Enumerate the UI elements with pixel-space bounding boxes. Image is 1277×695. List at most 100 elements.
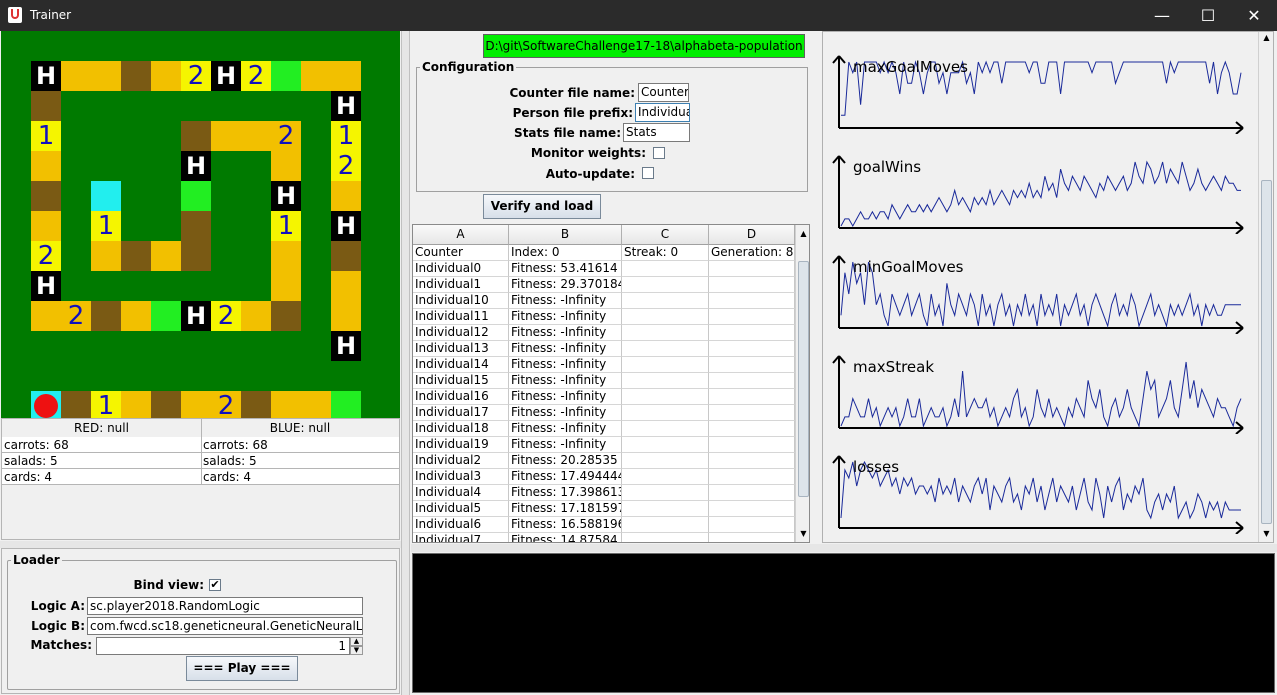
table-cell[interactable]: Fitness: -Infinity (509, 421, 622, 437)
charts-scroll-up-icon[interactable]: ▲ (1259, 32, 1273, 44)
column-header[interactable]: D (709, 225, 795, 245)
verify-and-load-button[interactable]: Verify and load (483, 194, 601, 219)
table-cell[interactable]: Fitness: -Infinity (509, 437, 622, 453)
table-cell[interactable]: Fitness: 17.398613 (509, 485, 622, 501)
table-cell[interactable] (622, 485, 709, 501)
table-cell[interactable] (709, 261, 795, 277)
table-cell[interactable] (709, 325, 795, 341)
table-cell[interactable] (709, 373, 795, 389)
table-cell[interactable] (709, 517, 795, 533)
table-cell[interactable]: Individual18 (413, 421, 509, 437)
table-cell[interactable]: Individual3 (413, 469, 509, 485)
table-cell[interactable]: Fitness: -Infinity (509, 309, 622, 325)
table-scrollbar[interactable]: ▲ ▼ (795, 225, 809, 542)
table-cell[interactable]: Fitness: 17.494444 (509, 469, 622, 485)
table-cell[interactable]: Individual14 (413, 357, 509, 373)
logic-b-input[interactable]: com.fwcd.sc18.geneticneural.GeneticNeura… (87, 617, 363, 635)
table-cell[interactable] (622, 261, 709, 277)
table-cell[interactable] (622, 533, 709, 542)
table-cell[interactable]: Individual17 (413, 405, 509, 421)
counter-file-input[interactable]: Counter (638, 83, 689, 102)
scroll-up-arrow-icon[interactable]: ▲ (796, 227, 809, 241)
horizontal-split-divider-left[interactable] (0, 541, 401, 548)
table-cell[interactable] (709, 437, 795, 453)
table-cell[interactable] (709, 421, 795, 437)
table-cell[interactable] (709, 277, 795, 293)
table-cell[interactable]: Counter (413, 245, 509, 261)
table-cell[interactable] (622, 373, 709, 389)
table-cell[interactable] (709, 533, 795, 542)
table-cell[interactable] (622, 437, 709, 453)
charts-scroll-down-icon[interactable]: ▼ (1259, 528, 1273, 540)
play-button[interactable]: === Play === (186, 656, 298, 681)
table-cell[interactable] (709, 501, 795, 517)
table-cell[interactable] (622, 517, 709, 533)
table-cell[interactable]: Individual2 (413, 453, 509, 469)
table-cell[interactable]: Individual4 (413, 485, 509, 501)
table-cell[interactable] (622, 389, 709, 405)
maximize-button[interactable]: ☐ (1185, 0, 1231, 31)
table-cell[interactable]: Fitness: 14.87584 (509, 533, 622, 542)
table-cell[interactable]: Fitness: 20.28535 (509, 453, 622, 469)
table-cell[interactable] (709, 405, 795, 421)
table-cell[interactable]: Individual0 (413, 261, 509, 277)
spinner-up-icon[interactable]: ▲ (350, 637, 363, 646)
table-cell[interactable]: Individual6 (413, 517, 509, 533)
bind-view-checkbox[interactable]: ✔ (209, 579, 221, 591)
table-cell[interactable]: Fitness: -Infinity (509, 341, 622, 357)
table-cell[interactable]: Fitness: 29.370184 (509, 277, 622, 293)
table-cell[interactable] (709, 341, 795, 357)
scroll-down-arrow-icon[interactable]: ▼ (796, 527, 809, 541)
table-cell[interactable]: Fitness: -Infinity (509, 357, 622, 373)
table-cell[interactable]: Fitness: -Infinity (509, 293, 622, 309)
close-button[interactable]: ✕ (1231, 0, 1277, 31)
table-cell[interactable] (709, 453, 795, 469)
table-cell[interactable]: Individual7 (413, 533, 509, 542)
logic-a-input[interactable]: sc.player2018.RandomLogic (87, 597, 363, 615)
person-prefix-input[interactable]: Individual (635, 103, 690, 122)
table-cell[interactable] (622, 405, 709, 421)
table-cell[interactable]: Individual10 (413, 293, 509, 309)
table-cell[interactable]: Individual19 (413, 437, 509, 453)
auto-update-checkbox[interactable] (642, 167, 654, 179)
column-header[interactable]: C (622, 225, 709, 245)
table-cell[interactable] (622, 325, 709, 341)
table-cell[interactable]: Individual5 (413, 501, 509, 517)
vertical-split-divider[interactable] (401, 31, 410, 695)
table-cell[interactable]: Individual13 (413, 341, 509, 357)
charts-scrollbar[interactable]: ▲ ▼ (1258, 32, 1273, 542)
table-cell[interactable] (622, 277, 709, 293)
minimize-button[interactable]: — (1139, 0, 1185, 31)
table-cell[interactable] (709, 389, 795, 405)
table-cell[interactable]: Streak: 0 (622, 245, 709, 261)
table-cell[interactable]: Individual16 (413, 389, 509, 405)
table-cell[interactable] (622, 293, 709, 309)
table-cell[interactable] (622, 357, 709, 373)
table-cell[interactable]: Generation: 86 (709, 245, 795, 261)
table-cell[interactable] (622, 501, 709, 517)
table-cell[interactable] (709, 469, 795, 485)
table-cell[interactable]: Individual1 (413, 277, 509, 293)
table-cell[interactable]: Fitness: -Infinity (509, 373, 622, 389)
table-cell[interactable] (622, 453, 709, 469)
table-cell[interactable]: Fitness: 16.588196 (509, 517, 622, 533)
console-output[interactable] (412, 553, 1275, 693)
table-cell[interactable]: Fitness: 53.41614 (509, 261, 622, 277)
table-cell[interactable] (622, 421, 709, 437)
table-cell[interactable]: Individual15 (413, 373, 509, 389)
monitor-weights-checkbox[interactable] (653, 147, 665, 159)
table-cell[interactable] (709, 293, 795, 309)
table-cell[interactable]: Individual11 (413, 309, 509, 325)
table-cell[interactable] (709, 357, 795, 373)
table-cell[interactable] (622, 469, 709, 485)
table-cell[interactable]: Individual12 (413, 325, 509, 341)
spinner-down-icon[interactable]: ▼ (350, 646, 363, 655)
table-cell[interactable] (622, 341, 709, 357)
table-cell[interactable]: Fitness: -Infinity (509, 389, 622, 405)
table-scrollbar-thumb[interactable] (798, 261, 809, 497)
stats-file-input[interactable]: Stats (623, 123, 690, 142)
table-cell[interactable]: Index: 0 (509, 245, 622, 261)
table-cell[interactable] (709, 309, 795, 325)
table-cell[interactable]: Fitness: 17.181597 (509, 501, 622, 517)
table-cell[interactable]: Fitness: -Infinity (509, 405, 622, 421)
